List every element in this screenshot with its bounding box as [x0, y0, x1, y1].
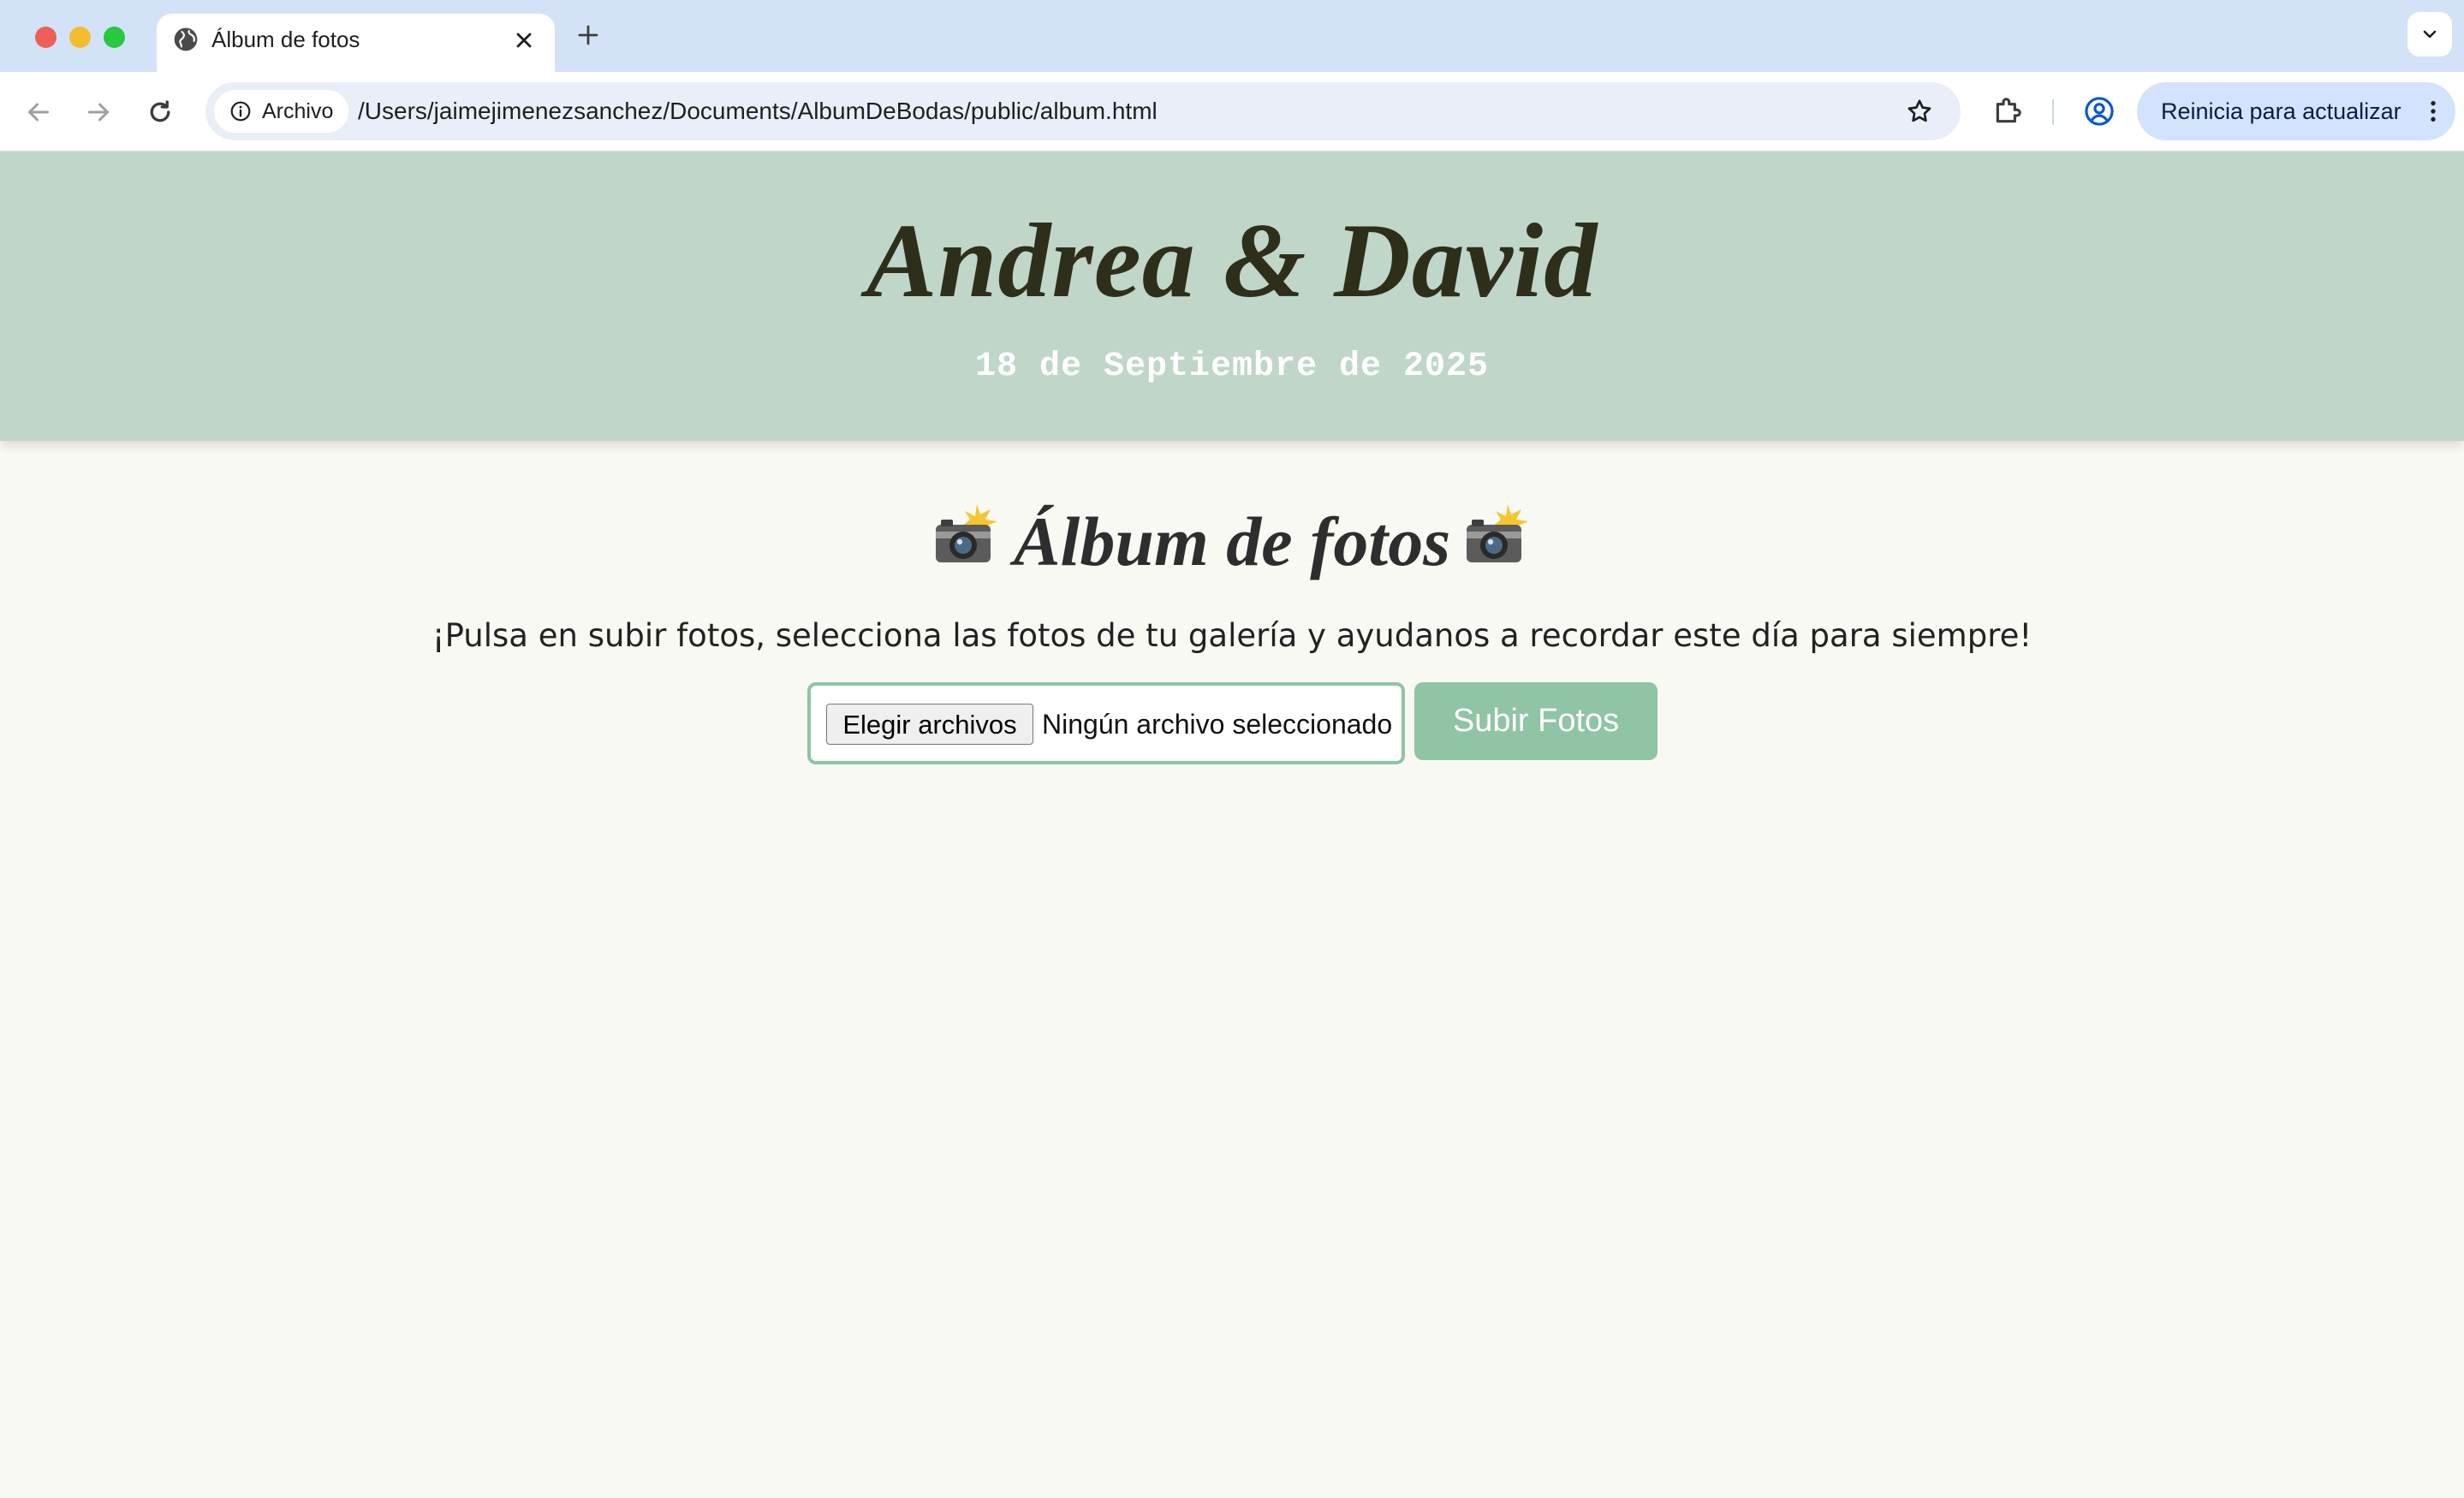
upload-instructions: ¡Pulsa en subir fotos, selecciona las fo… [431, 617, 2033, 654]
arrow-right-icon[interactable] [83, 97, 114, 128]
browser-tab-active[interactable]: Álbum de fotos [157, 14, 555, 72]
window-close-button[interactable] [35, 27, 57, 48]
globe-icon [174, 27, 198, 51]
star-icon[interactable] [1905, 97, 1934, 126]
camera-flash-icon [1467, 504, 1529, 563]
close-icon[interactable] [512, 28, 536, 52]
window-minimize-button[interactable] [69, 27, 91, 48]
toolbar-divider [2052, 99, 2054, 125]
tab-list-button[interactable] [2407, 12, 2452, 56]
album-heading: Álbum de fotos [0, 492, 2464, 585]
restart-to-update-button[interactable]: Reinicia para actualizar [2137, 82, 2455, 140]
hero-header: Andrea & David 18 de Septiembre de 2025 [0, 152, 2464, 441]
tab-title: Álbum de fotos [211, 27, 360, 52]
browser-toolbar: Archivo /Users/jaimejimenezsanchez/Docum… [0, 72, 2464, 152]
url-text[interactable]: /Users/jaimejimenezsanchez/Documents/Alb… [358, 82, 1158, 140]
reload-icon[interactable] [145, 97, 176, 128]
security-label: Archivo [262, 99, 334, 123]
arrow-left-icon[interactable] [23, 97, 54, 128]
update-button-label: Reinicia para actualizar [2161, 98, 2402, 124]
upload-photos-button[interactable]: Subir Fotos [1414, 682, 1658, 760]
window-maximize-button[interactable] [104, 27, 125, 48]
browser-tab-strip: Álbum de fotos [0, 0, 2464, 72]
camera-flash-icon [935, 504, 997, 563]
album-heading-text: Álbum de fotos [1013, 502, 1451, 581]
page-content: Andrea & David 18 de Septiembre de 2025 … [0, 152, 2464, 1498]
couple-title: Andrea & David [866, 202, 1598, 319]
chevron-down-icon [2423, 30, 2437, 39]
site-info-chip[interactable]: Archivo [214, 90, 349, 133]
wedding-date: 18 de Septiembre de 2025 [974, 348, 1490, 386]
choose-files-button[interactable]: Elegir archivos [826, 704, 1033, 745]
info-icon [230, 101, 251, 122]
kebab-menu-icon[interactable] [2419, 98, 2447, 125]
file-input-status: Ningún archivo seleccionado [1042, 709, 1393, 740]
puzzle-icon[interactable] [1991, 94, 2025, 128]
file-input[interactable]: Elegir archivos Ningún archivo seleccion… [807, 682, 1405, 764]
account-circle-icon[interactable] [2083, 95, 2116, 128]
plus-icon[interactable] [575, 22, 601, 48]
address-bar[interactable]: Archivo /Users/jaimejimenezsanchez/Docum… [205, 82, 1961, 140]
